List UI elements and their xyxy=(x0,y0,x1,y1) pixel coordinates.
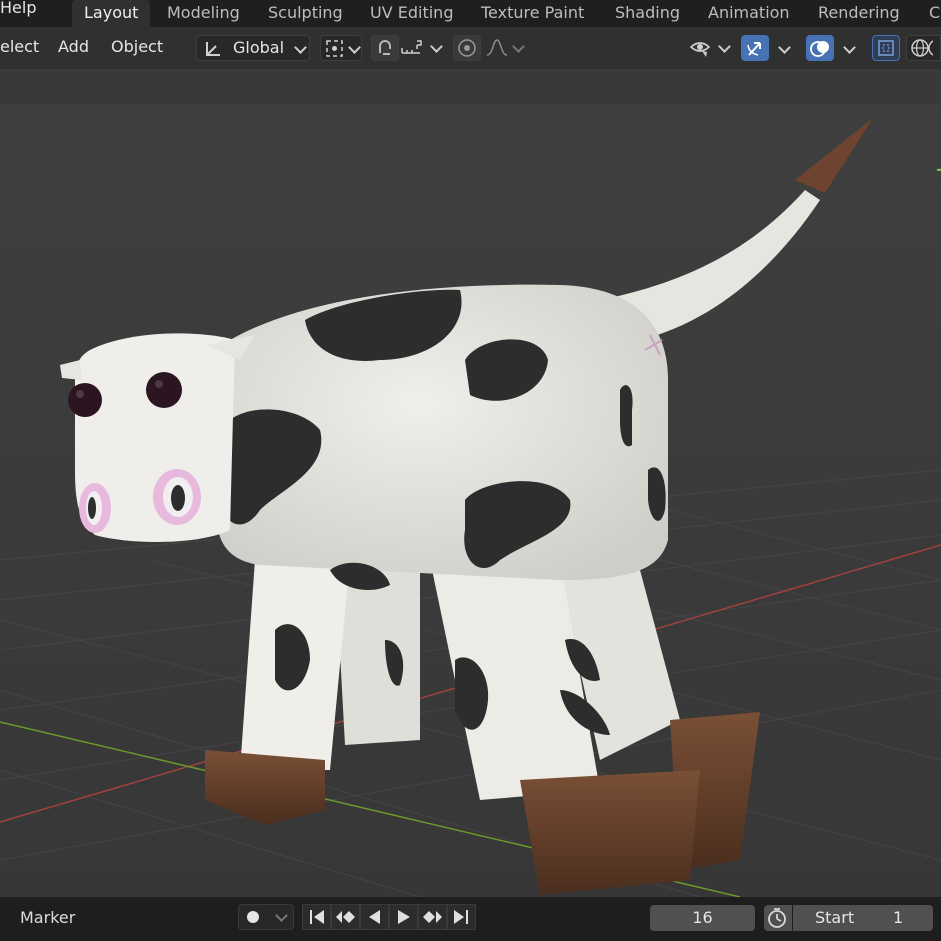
snap-increment-icon xyxy=(401,40,422,54)
snap-magnet-icon xyxy=(379,40,391,55)
proportional-edit-icon xyxy=(458,39,476,57)
next-keyframe-icon xyxy=(423,911,442,923)
current-frame-field[interactable]: 16 xyxy=(650,905,755,931)
select-menu[interactable]: elect xyxy=(0,37,39,56)
play-reverse-icon xyxy=(369,910,380,924)
gizmo-icon xyxy=(747,42,761,56)
overlay-icon xyxy=(810,41,829,57)
proportional-falloff-dropdown[interactable] xyxy=(485,35,525,61)
tab-texture-paint[interactable]: Texture Paint xyxy=(469,0,596,27)
gizmo-toggle[interactable] xyxy=(741,35,769,61)
tab-modeling[interactable]: Modeling xyxy=(155,0,252,27)
chevron-down-icon xyxy=(512,40,525,53)
marker-menu[interactable]: Marker xyxy=(20,908,75,927)
gizmo-dropdown-chevron[interactable] xyxy=(778,41,791,54)
wireframe-icon xyxy=(911,39,933,57)
play-icon xyxy=(398,910,410,924)
selectability-visibility-dropdown[interactable] xyxy=(688,35,734,61)
tab-layout[interactable]: Layout xyxy=(72,0,151,27)
clock-icon xyxy=(768,908,786,928)
jump-end-icon xyxy=(454,910,468,924)
object-menu[interactable]: Object xyxy=(111,37,163,56)
chevron-down-icon xyxy=(718,40,731,53)
previous-keyframe-button[interactable] xyxy=(331,904,360,930)
start-frame-label: Start xyxy=(815,908,855,927)
start-frame-value: 1 xyxy=(893,908,904,927)
auto-keying-toggle[interactable] xyxy=(238,904,294,930)
start-frame-field[interactable]: Start 1 xyxy=(793,905,933,931)
xray-toggle[interactable] xyxy=(872,35,900,61)
workspace-tabs-bar: Help Layout Modeling Sculpting UV Editin… xyxy=(0,0,941,27)
chevron-down-icon xyxy=(275,909,288,922)
tab-animation[interactable]: Animation xyxy=(696,0,802,27)
chevron-down-icon xyxy=(348,41,361,54)
transform-orientation-icon xyxy=(206,42,220,56)
tab-shading[interactable]: Shading xyxy=(603,0,692,27)
jump-to-end-button[interactable] xyxy=(447,904,476,930)
add-menu[interactable]: Add xyxy=(58,37,89,56)
3d-viewport[interactable] xyxy=(0,69,941,897)
preview-range-toggle[interactable] xyxy=(764,905,792,931)
wireframe-shading-button[interactable] xyxy=(906,35,941,61)
next-keyframe-button[interactable] xyxy=(418,904,447,930)
viewport-header: elect Add Object Global xyxy=(0,27,941,69)
transform-orientation-dropdown[interactable]: Global xyxy=(196,35,310,61)
viewport-scene xyxy=(0,69,941,897)
prev-keyframe-icon xyxy=(336,911,355,923)
chevron-down-icon xyxy=(294,41,307,54)
tab-uv-editing[interactable]: UV Editing xyxy=(358,0,465,27)
chevron-down-icon xyxy=(430,40,443,53)
play-reverse-button[interactable] xyxy=(360,904,389,930)
play-button[interactable] xyxy=(389,904,418,930)
orientation-label: Global xyxy=(233,38,285,57)
pivot-point-dropdown[interactable] xyxy=(320,35,362,61)
snap-target-dropdown[interactable] xyxy=(400,35,446,61)
overlay-toggle[interactable] xyxy=(806,35,834,61)
pivot-icon xyxy=(326,40,343,57)
record-icon xyxy=(247,911,259,923)
overlay-dropdown-chevron[interactable] xyxy=(843,41,856,54)
falloff-icon xyxy=(486,39,508,56)
help-menu[interactable]: Help xyxy=(0,0,36,17)
jump-to-start-button[interactable] xyxy=(302,904,331,930)
visibility-icon xyxy=(689,42,711,57)
proportional-edit-toggle[interactable] xyxy=(453,35,481,61)
snap-toggle[interactable] xyxy=(371,35,399,61)
xray-icon xyxy=(878,40,894,56)
tab-compositing[interactable]: C xyxy=(917,0,941,27)
tab-rendering[interactable]: Rendering xyxy=(806,0,912,27)
jump-start-icon xyxy=(310,910,324,924)
tab-sculpting[interactable]: Sculpting xyxy=(256,0,355,27)
